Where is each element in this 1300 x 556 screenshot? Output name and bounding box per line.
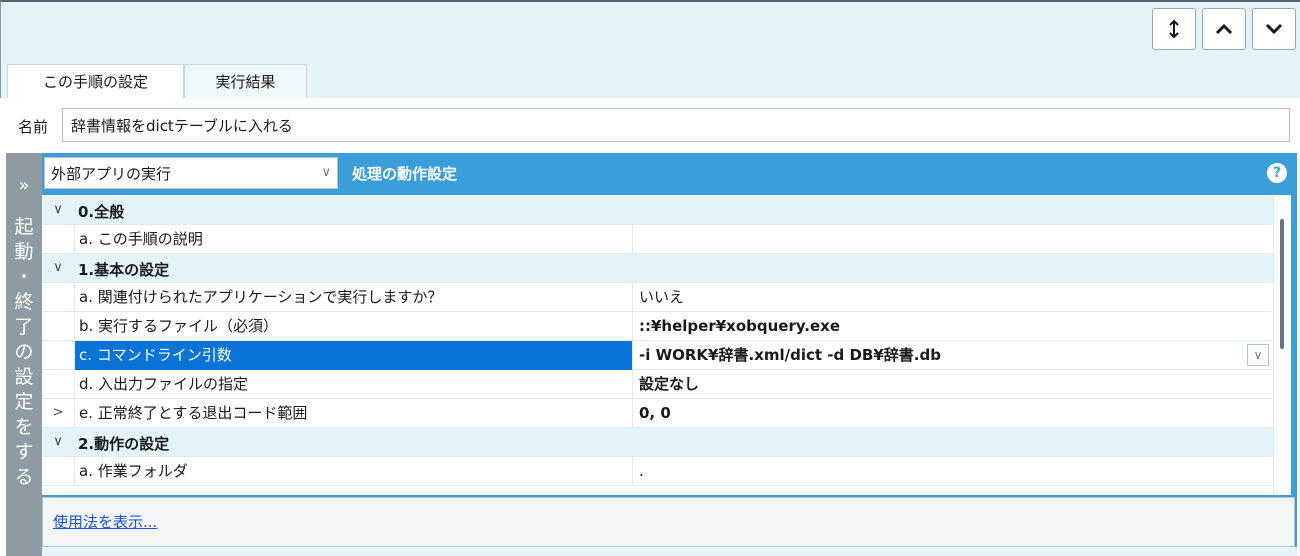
property-label: a. 関連付けられたアプリケーションで実行しますか？	[74, 283, 632, 312]
tab-strip: この手順の設定 実行結果	[0, 56, 1300, 98]
chevron-down-icon[interactable]: ∨	[50, 202, 66, 217]
action-settings-panel: 外部アプリの実行 ∨ 処理の動作設定 ? ∨ 0.全般 a. この手順の説明 ∨ 1.基…	[42, 153, 1297, 556]
chevron-down-icon: ∨	[321, 165, 331, 180]
value-dropdown-button[interactable]: ∨	[1247, 344, 1269, 366]
property-value[interactable]: 設定なし	[632, 370, 1273, 399]
property-row[interactable]: a. 作業フォルダ.	[42, 457, 1273, 486]
chevron-down-icon[interactable]: ∨	[50, 434, 66, 449]
move-down-button[interactable]	[1252, 8, 1296, 50]
property-label: b. 実行するファイル（必須）	[74, 312, 632, 341]
top-toolbar	[0, 0, 1300, 56]
property-grid-scrollbar[interactable]	[1273, 195, 1291, 495]
property-label: e. 正常終了とする退出コード範囲	[74, 399, 632, 428]
category-row[interactable]: ∨ 1.基本の設定	[42, 254, 1273, 283]
action-type-value: 外部アプリの実行	[51, 164, 172, 183]
tab-step-settings-label: この手順の設定	[42, 73, 148, 91]
toggle-expand-button[interactable]	[1152, 8, 1196, 50]
property-row[interactable]: d. 入出力ファイルの指定 設定なし	[42, 370, 1273, 399]
tab-run-results-label: 実行結果	[215, 73, 276, 91]
property-value[interactable]: ::¥helper¥xobquery.exe	[632, 312, 1273, 341]
property-value[interactable]	[632, 225, 1273, 254]
chevron-down-icon[interactable]: ∨	[50, 260, 66, 275]
sidebar-label: 起 動 ・ 終 了 の 設 定 を す る	[14, 216, 34, 488]
startup-shutdown-settings-panel[interactable]: » 起 動 ・ 終 了 の 設 定 を す る	[6, 153, 42, 556]
tab-run-results[interactable]: 実行結果	[184, 64, 307, 98]
scrollbar-thumb[interactable]	[1280, 219, 1284, 349]
category-label: 2.動作の設定	[78, 435, 170, 453]
category-row[interactable]: ∨ 0.全般	[42, 196, 1273, 225]
property-grid: ∨ 0.全般 a. この手順の説明 ∨ 1.基本の設定 a. 関連付けられたアプリケーショ…	[42, 195, 1273, 495]
property-row[interactable]: > e. 正常終了とする退出コード範囲 0, 0	[42, 399, 1273, 428]
property-label: d. 入出力ファイルの指定	[74, 370, 632, 399]
property-row[interactable]: b. 実行するファイル（必須）::¥helper¥xobquery.exe	[42, 312, 1273, 341]
property-row[interactable]: a. 関連付けられたアプリケーションで実行しますか？ いいえ	[42, 283, 1273, 312]
property-label: a. 作業フォルダ	[74, 457, 632, 486]
name-input[interactable]	[62, 108, 1290, 142]
property-row[interactable]: a. この手順の説明	[42, 225, 1273, 254]
action-type-select[interactable]: 外部アプリの実行 ∨	[44, 157, 338, 189]
move-up-button[interactable]	[1202, 8, 1246, 50]
category-label: 0.全般	[78, 203, 125, 221]
double-chevron-right-icon: »	[18, 175, 30, 196]
usage-footer: 使用法を表示...	[42, 497, 1295, 547]
property-value[interactable]: いいえ	[632, 283, 1273, 312]
help-icon[interactable]: ?	[1267, 163, 1287, 183]
property-row[interactable]: c. コマンドライン引数 -i WORK¥辞書.xml/dict -d DB¥辞書…	[42, 341, 1273, 370]
chevron-right-icon[interactable]: >	[50, 405, 66, 420]
property-value[interactable]: -i WORK¥辞書.xml/dict -d DB¥辞書.db	[632, 341, 1273, 370]
tab-step-settings[interactable]: この手順の設定	[7, 64, 184, 98]
property-label: a. この手順の説明	[74, 225, 632, 254]
chevron-up-icon	[1215, 23, 1233, 35]
updown-arrow-icon	[1169, 19, 1179, 39]
chevron-down-icon	[1265, 23, 1283, 35]
property-value[interactable]: .	[632, 457, 1273, 486]
category-row[interactable]: ∨ 2.動作の設定	[42, 428, 1273, 457]
show-usage-link[interactable]: 使用法を表示...	[53, 511, 157, 532]
bottom-strip	[42, 547, 1297, 556]
name-label: 名前	[18, 118, 49, 136]
property-value[interactable]: 0, 0	[632, 399, 1273, 428]
name-row: 名前	[0, 98, 1300, 153]
category-label: 1.基本の設定	[78, 261, 170, 279]
panel-title: 処理の動作設定	[352, 165, 458, 183]
property-label: c. コマンドライン引数	[74, 341, 632, 370]
